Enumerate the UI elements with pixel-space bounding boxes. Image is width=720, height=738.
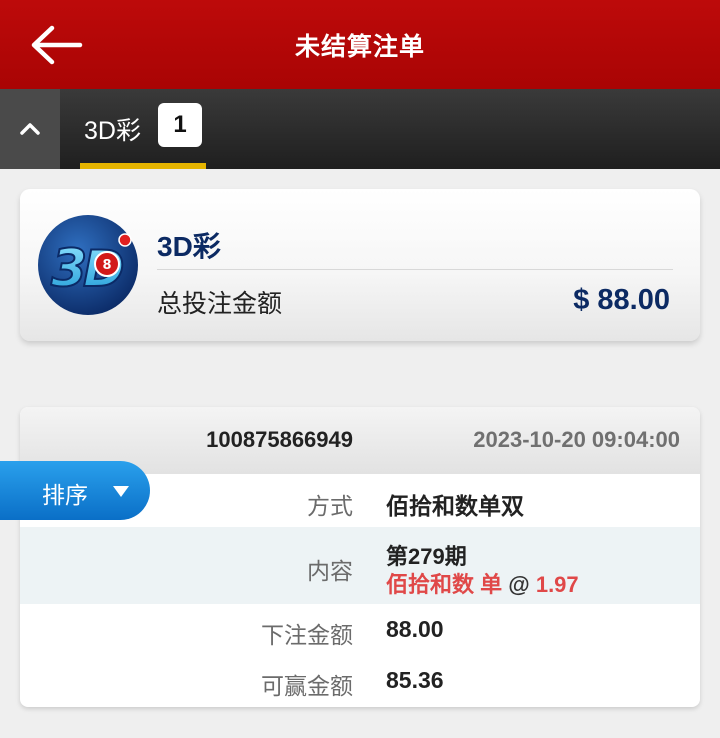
odds-value: 1.97 — [535, 572, 579, 597]
svg-text:8: 8 — [103, 258, 112, 273]
sort-label: 排序 — [42, 482, 88, 508]
active-tab-indicator — [80, 163, 206, 169]
total-bet-amount: $ 88.00 — [573, 284, 670, 316]
bet-row-stake: 下注金额 88.00 — [20, 604, 700, 654]
back-button[interactable] — [24, 20, 90, 70]
bet-row-win: 可赢金额 85.36 — [20, 654, 700, 707]
method-value: 佰拾和数单双 — [386, 493, 524, 519]
bet-time: 2023-10-20 09:04:00 — [473, 427, 680, 452]
sort-button[interactable]: 排序 — [0, 461, 150, 520]
divider — [157, 269, 673, 270]
stake-value: 88.00 — [386, 616, 444, 642]
top-header: 未结算注单 — [0, 0, 720, 89]
summary-card: 3 D 8 3D彩 总投注金额 $ 88.00 — [20, 189, 700, 341]
caret-down-icon — [113, 486, 129, 497]
tab-3d-lottery[interactable]: 3D彩 1 — [80, 89, 206, 169]
game-name: 3D彩 — [157, 231, 221, 262]
stake-label: 下注金额 — [261, 622, 353, 648]
method-label: 方式 — [307, 493, 353, 519]
content-label: 内容 — [307, 558, 353, 584]
selection-line: 佰拾和数 单 @ 1.97 — [386, 567, 579, 599]
bet-row-content: 内容 第279期 佰拾和数 单 @ 1.97 — [20, 527, 700, 604]
arrow-left-icon — [31, 25, 83, 65]
bet-detail-card: 100875866949 2023-10-20 09:04:00 方式 佰拾和数… — [20, 407, 700, 707]
tab-count-badge: 1 — [158, 103, 202, 147]
win-label: 可赢金额 — [261, 673, 353, 699]
chevron-up-icon — [20, 123, 40, 135]
collapse-button[interactable] — [0, 89, 60, 169]
page-title: 未结算注单 — [294, 32, 425, 61]
svg-text:3: 3 — [51, 239, 87, 299]
at-symbol: @ — [508, 572, 530, 597]
total-bet-label: 总投注金额 — [157, 290, 283, 318]
category-tab-bar: 3D彩 1 — [0, 89, 720, 169]
selection-value: 佰拾和数 单 — [386, 572, 503, 597]
win-value: 85.36 — [386, 667, 444, 693]
tab-label: 3D彩 — [84, 117, 141, 145]
bet-id: 100875866949 — [206, 427, 353, 452]
3d-lottery-logo: 3 D 8 — [38, 215, 138, 315]
